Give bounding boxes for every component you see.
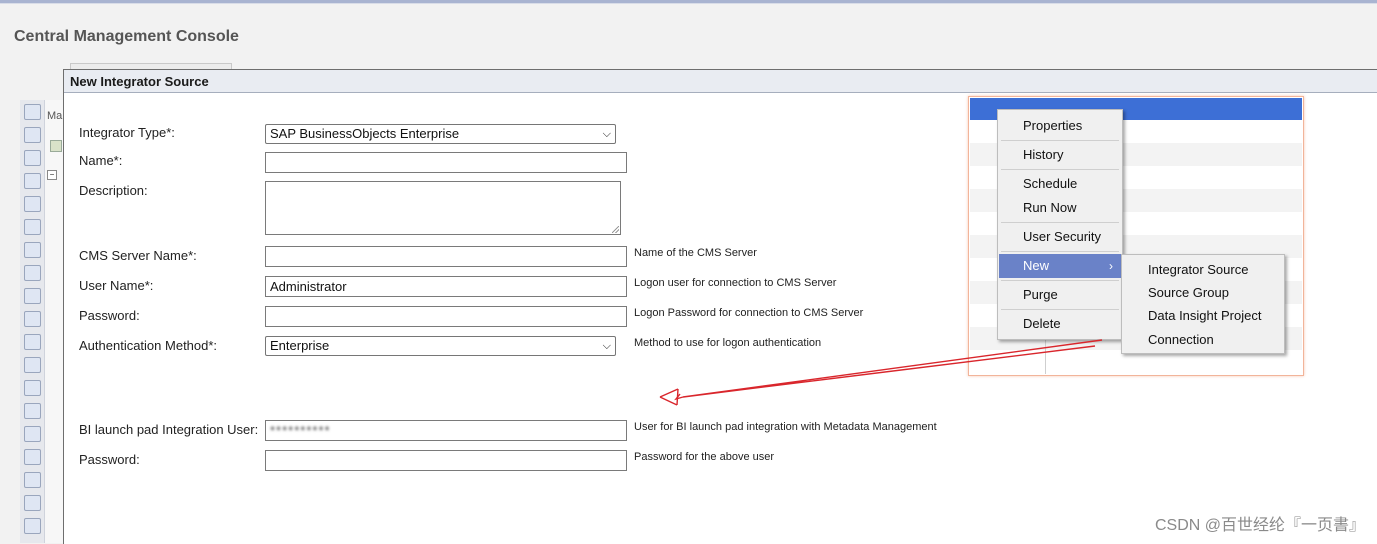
password-label: Password:: [79, 308, 140, 323]
menu-item-run-now[interactable]: Run Now: [999, 196, 1121, 220]
console-title: Central Management Console: [14, 28, 239, 45]
chevron-down-icon: ⌵: [602, 128, 611, 140]
user-name-input[interactable]: Administrator: [265, 276, 627, 297]
submenu-item-data-insight-project[interactable]: Data Insight Project: [1123, 304, 1283, 327]
grid-icon[interactable]: [24, 380, 41, 396]
users-icon[interactable]: [24, 219, 41, 235]
menu-separator: [1001, 222, 1119, 223]
background-panel-label: Ma: [47, 110, 63, 122]
tool-icon[interactable]: [24, 104, 41, 120]
menu-item-schedule[interactable]: Schedule: [999, 172, 1121, 196]
menu-item-properties[interactable]: Properties: [999, 114, 1121, 138]
report-icon[interactable]: [24, 173, 41, 189]
tree-node-icon: [50, 140, 62, 152]
menu-item-delete[interactable]: Delete: [999, 312, 1121, 336]
name-input[interactable]: [265, 152, 627, 173]
folder-icon[interactable]: [24, 127, 41, 143]
integrator-type-label: Integrator Type*:: [79, 125, 175, 140]
info-icon[interactable]: [24, 449, 41, 465]
chevron-right-icon: ›: [1109, 259, 1113, 273]
menu-item-purge[interactable]: Purge: [999, 283, 1121, 307]
menu-separator: [1001, 309, 1119, 310]
chevron-down-icon: ⌵: [602, 340, 611, 352]
resize-grip-icon[interactable]: [612, 226, 619, 233]
background-panel: [45, 100, 64, 543]
auth-method-select[interactable]: Enterprise ⌵: [265, 336, 616, 356]
new-submenu: Integrator Source Source Group Data Insi…: [1121, 254, 1285, 354]
database-icon[interactable]: [24, 265, 41, 281]
bi-user-label: BI launch pad Integration User:: [79, 422, 259, 437]
submenu-item-connection[interactable]: Connection: [1123, 328, 1283, 351]
menu-separator: [1001, 251, 1119, 252]
window-top-border-shadow: [0, 3, 1377, 4]
watermark: CSDN @百世经纶『一页書』: [1154, 517, 1365, 534]
user-name-label: User Name*:: [79, 278, 154, 293]
check-icon[interactable]: [24, 472, 41, 488]
document-icon[interactable]: [24, 288, 41, 304]
submenu-item-integrator-source[interactable]: Integrator Source: [1123, 258, 1283, 281]
password-input[interactable]: [265, 306, 627, 327]
description-label: Description:: [79, 183, 148, 198]
star-icon[interactable]: [24, 403, 41, 419]
window-icon[interactable]: [24, 426, 41, 442]
bi-user-value: **********: [270, 423, 331, 438]
auth-method-value: Enterprise: [270, 338, 330, 353]
context-menu: Properties History Schedule Run Now User…: [997, 109, 1123, 340]
auth-method-hint: Method to use for logon authentication: [634, 337, 822, 349]
grid-icon[interactable]: [24, 357, 41, 373]
menu-item-new[interactable]: New ›: [999, 254, 1121, 278]
folder-icon[interactable]: [24, 150, 41, 166]
description-textarea[interactable]: [265, 181, 621, 235]
settings-icon[interactable]: [24, 334, 41, 350]
tree-expand-icon[interactable]: −: [47, 170, 57, 180]
integrator-type-value: SAP BusinessObjects Enterprise: [270, 126, 460, 141]
bi-password-hint: Password for the above user: [634, 451, 775, 463]
calendar-icon[interactable]: [24, 311, 41, 327]
server-icon[interactable]: [24, 242, 41, 258]
name-label: Name*:: [79, 153, 123, 168]
cms-server-input[interactable]: [265, 246, 627, 267]
submenu-item-source-group[interactable]: Source Group: [1123, 281, 1283, 304]
key-icon[interactable]: [24, 518, 41, 534]
menu-separator: [1001, 169, 1119, 170]
report-icon[interactable]: [24, 196, 41, 212]
bi-user-input[interactable]: **********: [265, 420, 627, 441]
menu-separator: [1001, 280, 1119, 281]
integrator-type-select[interactable]: SAP BusinessObjects Enterprise ⌵: [265, 124, 616, 144]
menu-item-history[interactable]: History: [999, 143, 1121, 167]
sidebar-toolbar: [20, 100, 45, 543]
bi-password-label: Password:: [79, 452, 140, 467]
cms-server-label: CMS Server Name*:: [79, 248, 197, 263]
bi-user-hint: User for BI launch pad integration with …: [634, 421, 937, 433]
menu-item-new-label: New: [1023, 258, 1050, 273]
user-name-hint: Logon user for connection to CMS Server: [634, 277, 837, 289]
menu-separator: [1001, 140, 1119, 141]
password-hint: Logon Password for connection to CMS Ser…: [634, 307, 864, 319]
bi-password-input[interactable]: [265, 450, 627, 471]
dialog-title: New Integrator Source: [64, 70, 1377, 93]
menu-item-user-security[interactable]: User Security: [999, 225, 1121, 249]
lock-icon[interactable]: [24, 495, 41, 511]
auth-method-label: Authentication Method*:: [79, 338, 218, 353]
cms-server-hint: Name of the CMS Server: [634, 247, 757, 259]
